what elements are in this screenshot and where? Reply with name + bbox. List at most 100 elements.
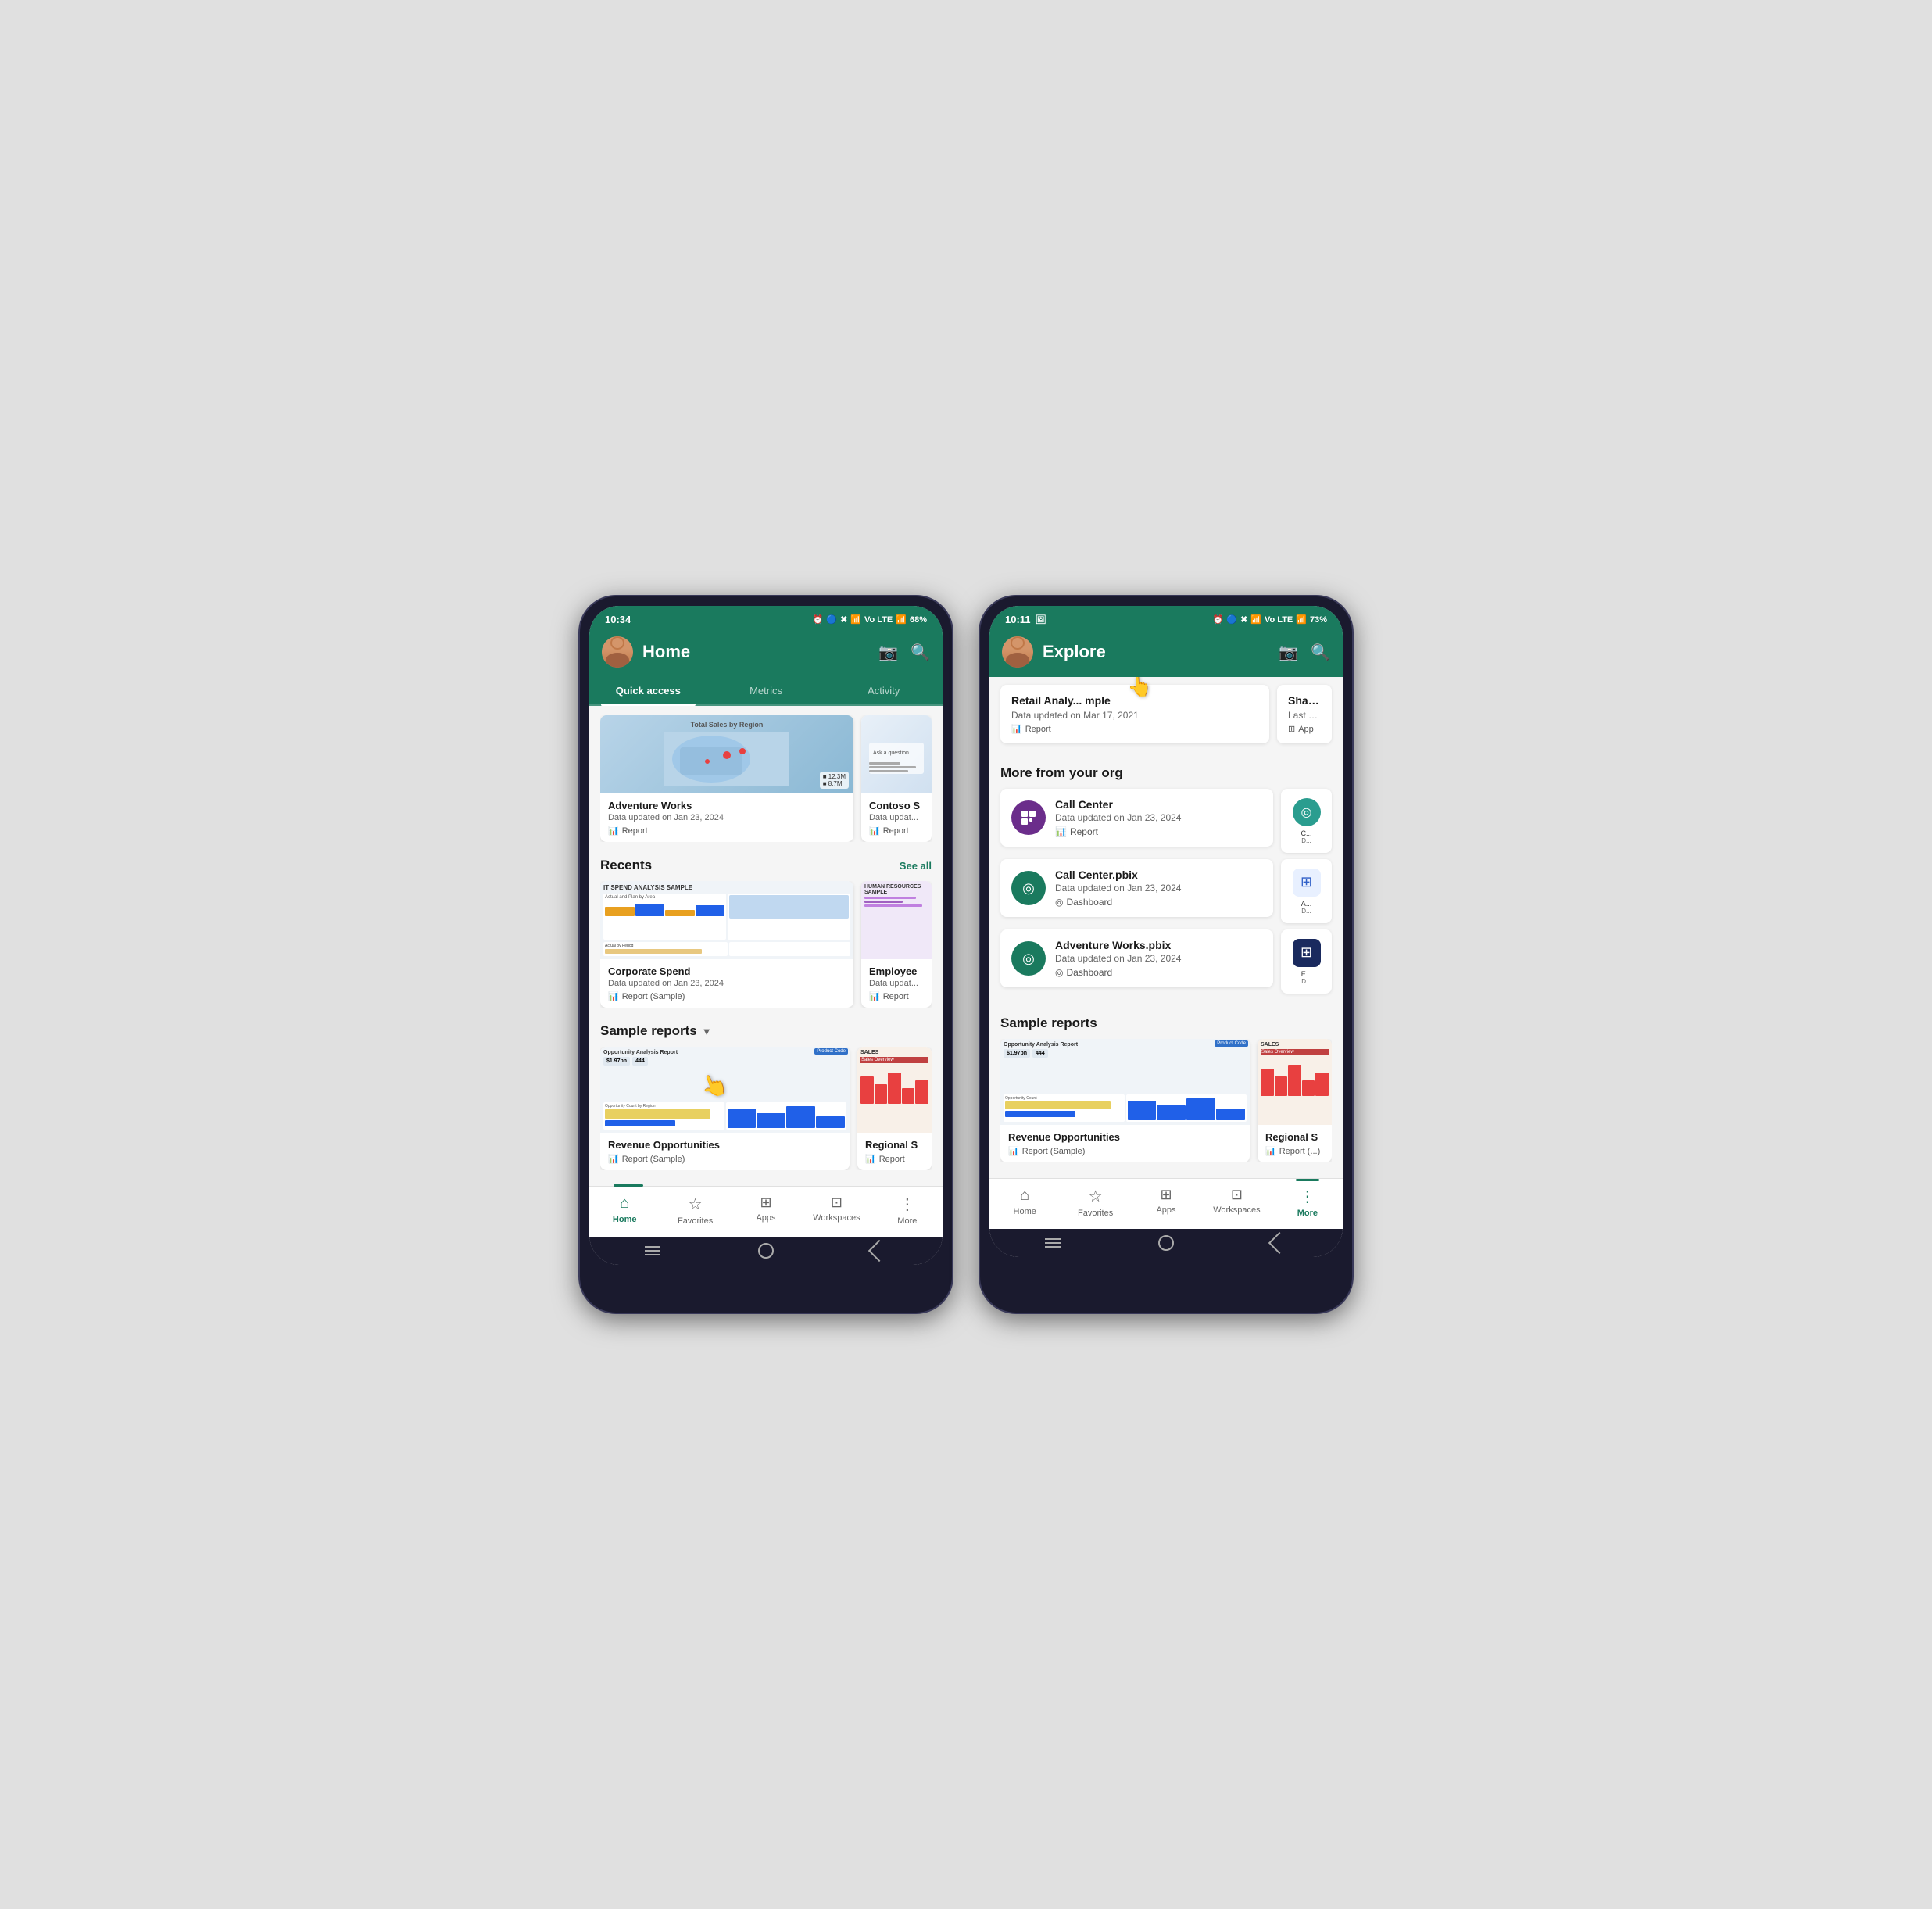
header-icons-1: 📷 🔍 [878,643,930,662]
adventure-works-card[interactable]: Total Sales by Region [600,715,853,842]
more-from-org-title: More from your org [1000,765,1123,781]
nav-workspaces-1[interactable]: ⊡ Workspaces [801,1191,871,1229]
back-hardware-btn-2[interactable] [1268,1232,1290,1254]
nav-apps-2[interactable]: ⊞ Apps [1131,1184,1201,1221]
revenue-opportunities-card[interactable]: 👆 Opportunity Analysis Report $1.97bn 44… [600,1047,850,1170]
recents-hardware-btn-2[interactable] [1045,1238,1061,1248]
sample-reports-header-2: Sample reports [1000,1015,1332,1031]
more-from-org-section: More from your org [989,756,1343,1006]
adventure-works-pbix-date: Data updated on Jan 23, 2024 [1055,953,1262,964]
sharing-type: ⊞ App [1288,724,1321,734]
employee-card[interactable]: HUMAN RESOURCES SAMPLE Employee Data upd [861,881,932,1008]
avatar-2 [1002,636,1033,668]
report-icon-8: 📊 [1055,826,1067,837]
regional-preview-2: SALES Sales Overview [1258,1039,1332,1125]
home-icon-2: ⌂ [1020,1187,1029,1205]
favorites-icon-1: ☆ [689,1194,703,1214]
more-icon-1: ⋮ [900,1194,915,1214]
nav-home-label-2: Home [1014,1207,1036,1216]
revenue-preview-2: Opportunity Analysis Report $1.97bn 444 … [1000,1039,1250,1125]
workspaces-icon-1: ⊡ [831,1194,843,1211]
tab-quick-access[interactable]: Quick access [589,677,707,704]
call-center-icon [1011,800,1046,835]
status-icons-1: ⏰ 🔵 ✖ 📶 Vo LTE 📶 68% [813,614,927,625]
recents-section: Recents See all IT SPEND ANALYSIS SAMPLE… [589,848,943,1014]
dashboard-icon-2: ◎ [1055,967,1063,978]
adventure-works-pbix-title: Adventure Works.pbix [1055,939,1262,951]
corporate-spend-date: Data updated on Jan 23, 2024 [608,979,846,988]
nav-home-1[interactable]: ⌂ Home [589,1191,660,1229]
avatar-1 [602,636,633,668]
regional-card[interactable]: SALES Sales Overview [857,1047,932,1170]
contoso-date: Data updat... [869,813,924,822]
nav-home-2[interactable]: ⌂ Home [989,1184,1060,1221]
app-header-1: Home 📷 🔍 [589,630,943,677]
more-from-org-header: More from your org [1000,765,1332,781]
phone-1: 10:34 ⏰ 🔵 ✖ 📶 Vo LTE 📶 68% [578,595,953,1314]
right-card-3[interactable]: ⊞ E... D... [1281,929,1332,994]
phone-2: 10:11 🖼 ⏰ 🔵 ✖ 📶 Vo LTE 📶 73% [979,595,1354,1314]
home-hardware-btn[interactable] [758,1243,774,1259]
quick-access-section: Total Sales by Region [589,706,943,848]
back-hardware-btn[interactable] [868,1240,890,1262]
call-center-card[interactable]: Call Center Data updated on Jan 23, 2024… [1000,789,1273,847]
right-card-2[interactable]: ⊞ A... D... [1281,859,1332,923]
battery-2: 73% [1310,615,1327,625]
tab-activity[interactable]: Activity [825,677,943,704]
content-2: 👆 Retail Analy... mple Data updated on M… [989,677,1343,1178]
adventure-works-pbix-icon: ◎ [1011,941,1046,976]
battery-1: 68% [910,615,927,625]
nav-workspaces-2[interactable]: ⊡ Workspaces [1201,1184,1272,1221]
regional-card-2[interactable]: SALES Sales Overview [1258,1039,1332,1162]
retail-date: Data updated on Mar 17, 2021 [1011,710,1258,721]
search-icon-2[interactable]: 🔍 [1311,643,1330,662]
workspaces-icon-2: ⊡ [1231,1187,1243,1203]
status-bar-2: 10:11 🖼 ⏰ 🔵 ✖ 📶 Vo LTE 📶 73% [989,606,1343,630]
corporate-spend-card[interactable]: IT SPEND ANALYSIS SAMPLE Actual and Plan… [600,881,853,1008]
retail-type: 📊 Report [1011,724,1258,734]
recents-hardware-btn[interactable] [645,1246,660,1255]
corporate-spend-title: Corporate Spend [608,965,846,977]
bottom-nav-1: ⌂ Home ☆ Favorites ⊞ Apps ⊡ Workspaces ⋮… [589,1186,943,1237]
camera-icon-1[interactable]: 📷 [878,643,898,662]
page-title-2: Explore [1043,642,1269,662]
top-cards-row: 👆 Retail Analy... mple Data updated on M… [1000,685,1332,750]
nav-home-label-1: Home [613,1215,637,1224]
dashboard-icon-1: ◎ [1055,897,1063,908]
adventure-works-pbix-card[interactable]: ◎ Adventure Works.pbix Data updated on J… [1000,929,1273,987]
regional-preview: SALES Sales Overview [857,1047,932,1133]
nav-more-2[interactable]: ⋮ More [1272,1184,1343,1221]
nav-favorites-2[interactable]: ☆ Favorites [1060,1184,1130,1221]
revenue-info: Revenue Opportunities 📊 Report (Sample) [600,1133,850,1170]
adventure-works-pbix-type: ◎ Dashboard [1055,967,1262,978]
recents-cards: IT SPEND ANALYSIS SAMPLE Actual and Plan… [600,881,932,1008]
report-icon-4: 📊 [869,991,880,1001]
report-icon: 📊 [608,826,619,836]
call-center-type: 📊 Report [1055,826,1262,837]
camera-icon-2[interactable]: 📷 [1279,643,1298,662]
search-icon-1[interactable]: 🔍 [911,643,930,662]
home-hardware-btn-2[interactable] [1158,1235,1174,1251]
phone-home-bar-2 [989,1229,1343,1257]
revenue-title-2: Revenue Opportunities [1008,1131,1242,1143]
employee-type: 📊 Report [869,991,924,1001]
right-card-1[interactable]: ◎ C... D... [1281,789,1332,853]
nav-workspaces-label-1: Workspaces [813,1213,860,1223]
sample-reports-section-2: Sample reports Opportunity Analysis Repo… [989,1006,1343,1169]
nav-favorites-1[interactable]: ☆ Favorites [660,1191,730,1229]
report-icon-6: 📊 [865,1154,876,1164]
sample-reports-title: Sample reports [600,1023,697,1039]
nav-more-1[interactable]: ⋮ More [872,1191,943,1229]
tab-bar-1: Quick access Metrics Activity [589,677,943,706]
contoso-card[interactable]: Ask a question Contoso S Data updat... [861,715,932,842]
nav-apps-label-2: Apps [1156,1205,1175,1215]
revenue-opportunities-card-2[interactable]: Opportunity Analysis Report $1.97bn 444 … [1000,1039,1250,1162]
see-all-button[interactable]: See all [900,860,932,872]
retail-analysis-card[interactable]: 👆 Retail Analy... mple Data updated on M… [1000,685,1269,743]
tab-metrics[interactable]: Metrics [707,677,825,704]
call-center-pbix-card[interactable]: ◎ Call Center.pbix Data updated on Jan 2… [1000,859,1273,917]
notification-icon: 🖼 [1036,614,1046,625]
revenue-type: 📊 Report (Sample) [608,1154,842,1164]
nav-apps-1[interactable]: ⊞ Apps [731,1191,801,1229]
sharing-app-card[interactable]: Sharing ap... Last publi... ⊞ App [1277,685,1332,743]
